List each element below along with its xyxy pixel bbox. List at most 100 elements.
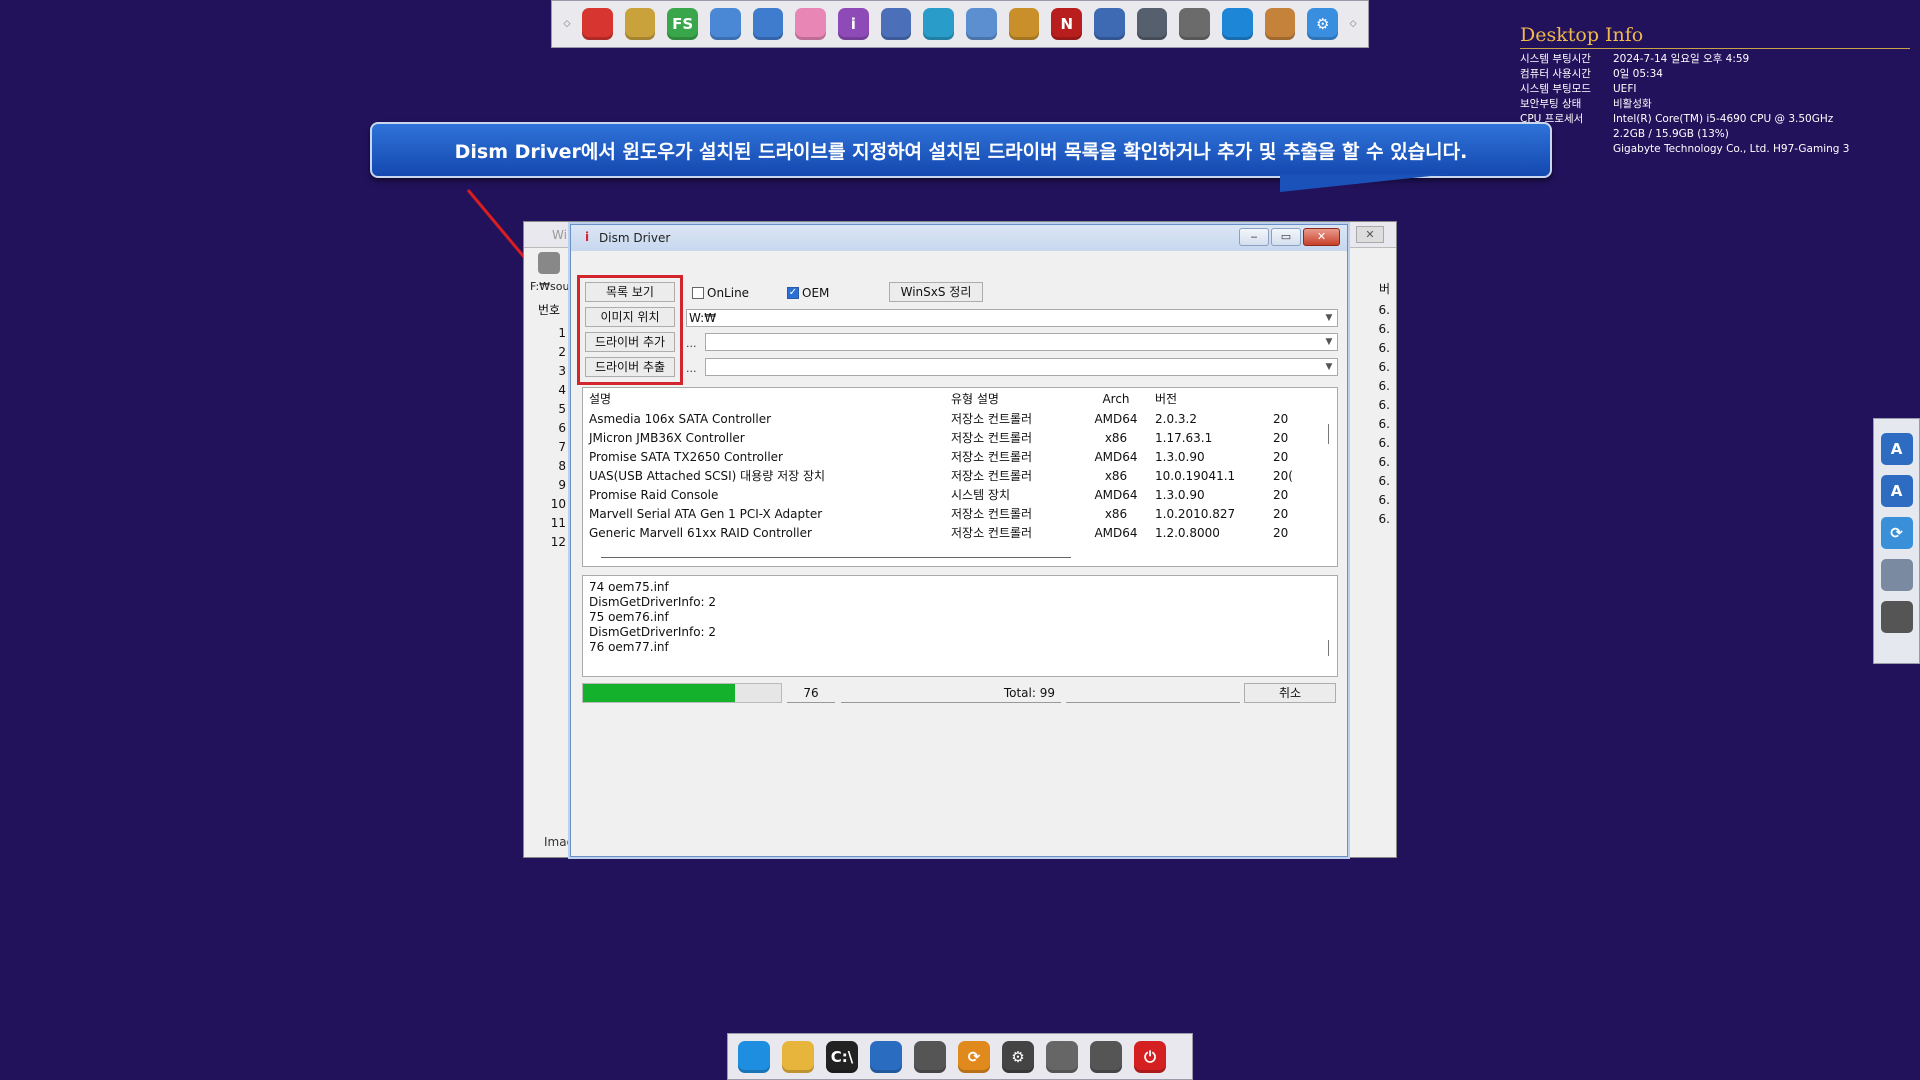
- desktop-info-row: 사용량2.2GB / 15.9GB (13%): [1520, 127, 1910, 142]
- export-driver-button[interactable]: 드라이버 추출: [585, 357, 675, 377]
- grip-left-icon[interactable]: ◇: [564, 9, 571, 39]
- app-icon-17[interactable]: [1264, 8, 1296, 40]
- power-icon[interactable]: ⏻: [1134, 1040, 1166, 1073]
- image-location-button[interactable]: 이미지 위치: [585, 307, 675, 327]
- chevron-down-icon[interactable]: ▼: [1323, 310, 1335, 326]
- table-hscrollbar[interactable]: [601, 557, 1071, 558]
- app-icon-5[interactable]: [752, 8, 784, 40]
- app-icon-4[interactable]: [710, 8, 741, 40]
- monitor-icon[interactable]: [870, 1040, 902, 1073]
- app-icon-13[interactable]: [1094, 8, 1125, 40]
- chevron-down-icon[interactable]: ▼: [1323, 359, 1335, 375]
- app-icon-14[interactable]: [1136, 8, 1168, 40]
- table-cell-ver: 1.0.2010.827: [1155, 507, 1236, 521]
- col-header-desc[interactable]: 설명: [583, 388, 951, 410]
- app-icon-1[interactable]: [582, 8, 613, 40]
- gear-icon[interactable]: ⚙: [1307, 8, 1339, 40]
- app-icon-10[interactable]: [966, 8, 997, 40]
- table-row[interactable]: Marvell Serial ATA Gen 1 PCI-X Adapter 저장…: [583, 505, 1337, 524]
- browse-add-button[interactable]: ...: [686, 337, 700, 350]
- table-row[interactable]: Promise Raid Console 시스템 장치 AMD64 1.3.0.90 2…: [583, 486, 1337, 505]
- app-icon-11[interactable]: [1008, 8, 1040, 40]
- disk-icon[interactable]: [1880, 559, 1913, 591]
- back-window-close-button[interactable]: ✕: [1356, 226, 1384, 243]
- close-button[interactable]: ✕: [1303, 228, 1340, 246]
- grip-right-icon[interactable]: ◇: [1350, 9, 1357, 39]
- chevron-down-icon[interactable]: ▼: [1323, 334, 1335, 350]
- table-cell-desc: Promise SATA TX2650 Controller: [589, 450, 783, 464]
- oem-checkbox[interactable]: ✓ OEM: [787, 286, 829, 300]
- sync-icon[interactable]: ⟳: [958, 1040, 990, 1073]
- col-header-arch[interactable]: Arch: [1081, 388, 1151, 410]
- cancel-button[interactable]: 취소: [1244, 683, 1336, 703]
- camera-icon[interactable]: [1880, 601, 1913, 633]
- table-row[interactable]: Promise SATA TX2650 Controller 저장소 컨트롤러 AM…: [583, 448, 1337, 467]
- col-header-ver[interactable]: 버전: [1151, 388, 1273, 410]
- add-driver-path-combo[interactable]: ▼: [705, 333, 1338, 351]
- online-label: OnLine: [707, 286, 750, 300]
- app-icon-15[interactable]: [1179, 8, 1211, 40]
- table-row[interactable]: JMicron JMB36X Controller 저장소 컨트롤러 x86 1.17…: [583, 429, 1337, 448]
- table-cell-ver: 1.17.63.1: [1155, 431, 1213, 445]
- table-cell-type: 저장소 컨트롤러: [951, 526, 1033, 540]
- image-path-combo[interactable]: W:₩ ▼: [686, 309, 1338, 327]
- app-icon-2[interactable]: [624, 8, 656, 40]
- back-window-left-column: F:₩sou 번호 1 2 3 4 5 6 7 8 9 10 11 12: [530, 252, 572, 552]
- log-output[interactable]: 74 oem75.inf DismGetDriverInfo: 2 75 oem76…: [582, 575, 1338, 677]
- app-icon-3[interactable]: FS: [667, 8, 699, 40]
- refresh-icon[interactable]: ⟳: [1880, 517, 1913, 549]
- app-icon-8[interactable]: [880, 8, 912, 40]
- app-icon-16[interactable]: [1222, 8, 1253, 40]
- back-window-row-number: 8: [558, 459, 566, 473]
- online-checkbox[interactable]: OnLine: [692, 286, 749, 300]
- gear-icon[interactable]: ⚙: [1002, 1040, 1034, 1073]
- table-cell-date: 20(: [1273, 469, 1293, 483]
- oem-checkbox-box[interactable]: ✓: [787, 287, 799, 299]
- browse-export-button[interactable]: ...: [686, 362, 700, 375]
- table-cell-arch: x86: [1104, 469, 1128, 483]
- back-window-row-value: 6.: [1378, 341, 1390, 355]
- back-window-row-value: 6.: [1378, 493, 1390, 507]
- winsxs-cleanup-button[interactable]: WinSxS 정리: [889, 282, 983, 302]
- export-driver-path-combo[interactable]: ▼: [705, 358, 1338, 376]
- table-row[interactable]: UAS(USB Attached SCSI) 대용량 저장 장치 저장소 컨트롤러…: [583, 467, 1337, 486]
- app-icon-12[interactable]: N: [1051, 8, 1083, 40]
- app-icon-9[interactable]: [923, 8, 955, 40]
- log-line: 74 oem75.inf: [589, 580, 669, 594]
- back-window-row-value: 6.: [1378, 455, 1390, 469]
- dism-titlebar[interactable]: i Dism Driver ‒ ▭ ✕: [571, 225, 1347, 251]
- maximize-button[interactable]: ▭: [1271, 228, 1301, 246]
- clock-icon[interactable]: [1090, 1040, 1122, 1073]
- table-vscrollbar[interactable]: [1328, 424, 1329, 444]
- font-a-icon-2[interactable]: A: [1880, 475, 1913, 507]
- info-icon[interactable]: i: [838, 8, 869, 40]
- col-header-type[interactable]: 유형 설명: [951, 388, 1081, 410]
- back-window-row-number: 9: [558, 478, 566, 492]
- table-cell-type: 저장소 컨트롤러: [951, 450, 1033, 464]
- callout-text: Dism Driver에서 윈도우가 설치된 드라이브를 지정하여 설치된 드라…: [454, 140, 1468, 163]
- log-vscrollbar[interactable]: [1328, 640, 1329, 656]
- table-row[interactable]: Generic Marvell 61xx RAID Controller 저장소 …: [583, 524, 1337, 543]
- list-view-button[interactable]: 목록 보기: [585, 282, 675, 302]
- desktop-info-row: 시스템 부팅시간 2024-7-14 일요일 오후 4:59: [1520, 52, 1910, 67]
- desktop-info-value: 2.2GB / 15.9GB (13%): [1613, 128, 1729, 140]
- drive-icon[interactable]: [914, 1040, 946, 1073]
- table-cell-desc: Promise Raid Console: [589, 488, 719, 502]
- table-row[interactable]: Asmedia 106x SATA Controller 저장소 컨트롤러 AMD6…: [583, 410, 1337, 429]
- log-line: DismGetDriverInfo: 2: [589, 595, 717, 609]
- cmd-icon[interactable]: C:\: [826, 1040, 858, 1073]
- add-driver-button[interactable]: 드라이버 추가: [585, 332, 675, 352]
- table-cell-type: 저장소 컨트롤러: [951, 431, 1033, 445]
- back-window-row-value: 6.: [1378, 474, 1390, 488]
- explorer-icon[interactable]: [782, 1040, 814, 1073]
- hammer-icon[interactable]: [1046, 1040, 1078, 1073]
- table-cell-date: 20: [1273, 507, 1289, 521]
- progress-status-field: [1066, 683, 1240, 703]
- font-a-icon[interactable]: A: [1880, 433, 1913, 465]
- driver-table[interactable]: 설명 유형 설명 Arch 버전 Asmedia 106x SATA Contr…: [582, 387, 1338, 567]
- minimize-button[interactable]: ‒: [1239, 228, 1269, 246]
- windows-start-icon[interactable]: [738, 1040, 770, 1073]
- app-icon-6[interactable]: [795, 8, 827, 40]
- online-checkbox-box[interactable]: [692, 287, 704, 299]
- back-window-row-value: 6.: [1378, 360, 1390, 374]
